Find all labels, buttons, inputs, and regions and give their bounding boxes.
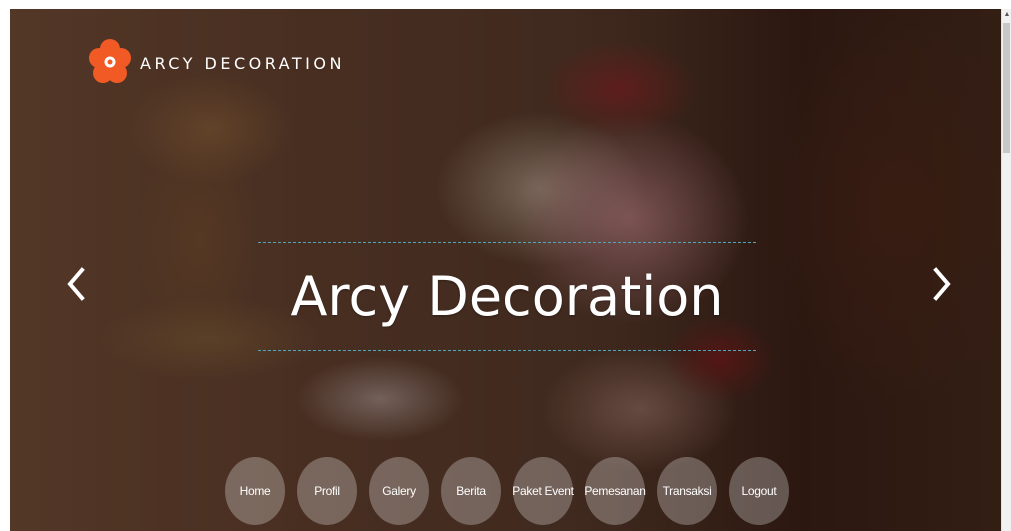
- main-nav: Home Profil Galery Berita Paket Event Pe…: [225, 457, 795, 525]
- nav-galery[interactable]: Galery: [369, 457, 429, 525]
- hero-slider: ARCY DECORATION Arcy Decoration Home Pro…: [10, 9, 1001, 531]
- flower-icon: [88, 37, 132, 89]
- brand-logo[interactable]: ARCY DECORATION: [88, 37, 345, 89]
- nav-pemesanan[interactable]: Pemesanan: [584, 457, 646, 525]
- scroll-thumb[interactable]: [1003, 23, 1010, 153]
- nav-berita[interactable]: Berita: [441, 457, 501, 525]
- carousel-prev-button[interactable]: [62, 264, 92, 304]
- nav-logout[interactable]: Logout: [729, 457, 789, 525]
- nav-profil[interactable]: Profil: [297, 457, 357, 525]
- vertical-scrollbar[interactable]: ▲: [1001, 9, 1011, 531]
- scroll-up-arrow-icon[interactable]: ▲: [1002, 9, 1011, 21]
- nav-paket-event[interactable]: Paket Event: [512, 457, 574, 525]
- chevron-left-icon: [62, 264, 92, 304]
- hero-bottom-divider: [258, 350, 756, 351]
- nav-home[interactable]: Home: [225, 457, 285, 525]
- carousel-next-button[interactable]: [926, 264, 956, 304]
- nav-transaksi[interactable]: Transaksi: [657, 457, 717, 525]
- hero-title: Arcy Decoration: [290, 265, 724, 328]
- brand-name: ARCY DECORATION: [140, 53, 345, 73]
- chevron-right-icon: [926, 264, 956, 304]
- hero-top-divider: [258, 242, 756, 243]
